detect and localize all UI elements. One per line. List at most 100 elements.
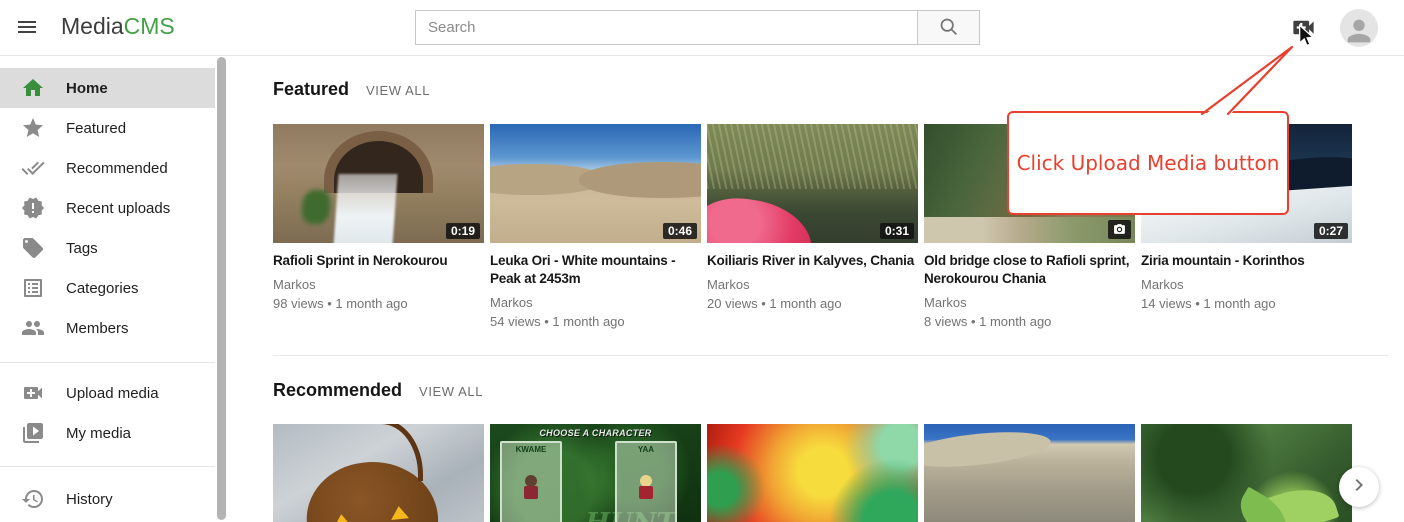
logo[interactable]: MediaCMS [61, 13, 175, 40]
video-meta: 8 views • 1 month ago [924, 314, 1135, 329]
sidebar-item-home[interactable]: Home [0, 68, 215, 108]
video-thumbnail[interactable]: 0:46 [490, 124, 701, 243]
section-divider [273, 355, 1388, 356]
sidebar-item-label: Recommended [66, 160, 168, 177]
annotation-text: Click Upload Media button [1017, 151, 1280, 175]
video-meta: 14 views • 1 month ago [1141, 296, 1352, 311]
video-meta: 98 views • 1 month ago [273, 296, 484, 311]
video-card[interactable] [1141, 424, 1352, 522]
video-meta: 20 views • 1 month ago [707, 296, 918, 311]
new-releases-icon [21, 196, 45, 220]
sidebar-scrollbar[interactable] [217, 57, 226, 520]
duration-badge: 0:46 [663, 223, 697, 239]
video-thumbnail[interactable]: 0:31 [707, 124, 918, 243]
tag-icon [21, 236, 45, 260]
video-title[interactable]: Ziria mountain - Korinthos [1141, 252, 1352, 270]
sidebar-divider [0, 466, 215, 467]
search-icon [938, 16, 959, 40]
featured-section-header: Featured VIEW ALL [273, 79, 430, 100]
game-character-name: KWAME [502, 445, 560, 454]
video-thumbnail[interactable] [707, 424, 918, 522]
sidebar-item-upload-media[interactable]: Upload media [0, 373, 215, 413]
game-character-figure [638, 475, 654, 507]
annotation-callout-tail [1190, 40, 1300, 120]
video-card[interactable]: 0:46 Leuka Ori - White mountains - Peak … [490, 124, 701, 329]
video-thumbnail[interactable]: HUNTCHOOSE A CHARACTERKWAMEYAASelectedSe… [490, 424, 701, 522]
video-meta: 54 views • 1 month ago [490, 314, 701, 329]
sidebar-item-label: My media [66, 425, 131, 442]
video-author[interactable]: Markos [1141, 277, 1352, 292]
logo-cms: CMS [124, 13, 175, 39]
sidebar-item-my-media[interactable]: My media [0, 413, 215, 453]
search-bar [415, 10, 980, 45]
game-character-name: YAA [617, 445, 675, 454]
sidebar-item-recommended[interactable]: Recommended [0, 148, 215, 188]
group-icon [21, 316, 45, 340]
camera-icon [1113, 223, 1126, 236]
video-card[interactable] [273, 424, 484, 522]
sidebar-item-recent-uploads[interactable]: Recent uploads [0, 188, 215, 228]
duration-badge: 0:27 [1314, 223, 1348, 239]
video-thumbnail[interactable] [1141, 424, 1352, 522]
sidebar-item-categories[interactable]: Categories [0, 268, 215, 308]
video-author[interactable]: Markos [490, 295, 701, 310]
sidebar-item-label: Home [66, 80, 108, 97]
video-author[interactable]: Markos [924, 295, 1135, 310]
video-library-icon [21, 421, 45, 445]
sidebar-item-members[interactable]: Members [0, 308, 215, 348]
user-avatar[interactable] [1340, 9, 1378, 47]
view-all-link[interactable]: VIEW ALL [419, 384, 483, 399]
sidebar-item-label: Upload media [66, 385, 159, 402]
mediacms-app: MediaCMS Home Featured [0, 0, 1404, 522]
video-thumbnail[interactable] [273, 424, 484, 522]
game-character-panel-right: YAA [615, 441, 677, 522]
sidebar-divider [0, 362, 215, 363]
section-title: Featured [273, 79, 349, 100]
sidebar-item-label: Members [66, 320, 129, 337]
sidebar-item-history[interactable]: History [0, 479, 215, 519]
search-input[interactable] [415, 10, 917, 45]
duration-badge: 0:19 [446, 223, 480, 239]
video-title[interactable]: Old bridge close to Rafioli sprint, Nero… [924, 252, 1135, 288]
camera-badge [1108, 220, 1131, 239]
game-character-figure [523, 475, 539, 507]
video-thumbnail[interactable] [924, 424, 1135, 522]
sidebar: Home Featured Recommended Recent uploads… [0, 55, 215, 522]
logo-media: Media [61, 13, 124, 39]
video-card[interactable]: 0:19 Rafioli Sprint in Nerokourou Markos… [273, 124, 484, 329]
history-icon [21, 487, 45, 511]
sidebar-item-label: Tags [66, 240, 98, 257]
video-card[interactable]: 0:31 Koiliaris River in Kalyves, Chania … [707, 124, 918, 329]
mouse-cursor [1297, 24, 1315, 53]
video-thumbnail[interactable]: 0:19 [273, 124, 484, 243]
video-author[interactable]: Markos [273, 277, 484, 292]
list-icon [21, 276, 45, 300]
carousel-next-button[interactable] [1339, 467, 1379, 507]
video-title[interactable]: Leuka Ori - White mountains - Peak at 24… [490, 252, 701, 288]
video-call-icon [21, 381, 45, 405]
recommended-section-header: Recommended VIEW ALL [273, 380, 483, 401]
home-icon [21, 76, 45, 100]
section-title: Recommended [273, 380, 402, 401]
video-title[interactable]: Koiliaris River in Kalyves, Chania [707, 252, 918, 270]
video-card[interactable] [924, 424, 1135, 522]
sidebar-item-tags[interactable]: Tags [0, 228, 215, 268]
star-icon [21, 116, 45, 140]
video-author[interactable]: Markos [707, 277, 918, 292]
video-title[interactable]: Rafioli Sprint in Nerokourou [273, 252, 484, 270]
duration-badge: 0:31 [880, 223, 914, 239]
game-heading-text: CHOOSE A CHARACTER [490, 428, 701, 438]
video-card[interactable]: HUNTCHOOSE A CHARACTERKWAMEYAASelectedSe… [490, 424, 701, 522]
sidebar-item-label: Categories [66, 280, 139, 297]
sidebar-item-label: History [66, 491, 113, 508]
sidebar-item-label: Featured [66, 120, 126, 137]
chevron-right-icon [1347, 473, 1371, 502]
sidebar-item-featured[interactable]: Featured [0, 108, 215, 148]
person-icon [1342, 14, 1376, 47]
video-card[interactable] [707, 424, 918, 522]
recommended-row: HUNTCHOOSE A CHARACTERKWAMEYAASelectedSe… [273, 424, 1352, 522]
game-character-panel-left: KWAME [500, 441, 562, 522]
view-all-link[interactable]: VIEW ALL [366, 83, 430, 98]
menu-icon[interactable] [15, 15, 39, 39]
search-button[interactable] [917, 10, 980, 45]
